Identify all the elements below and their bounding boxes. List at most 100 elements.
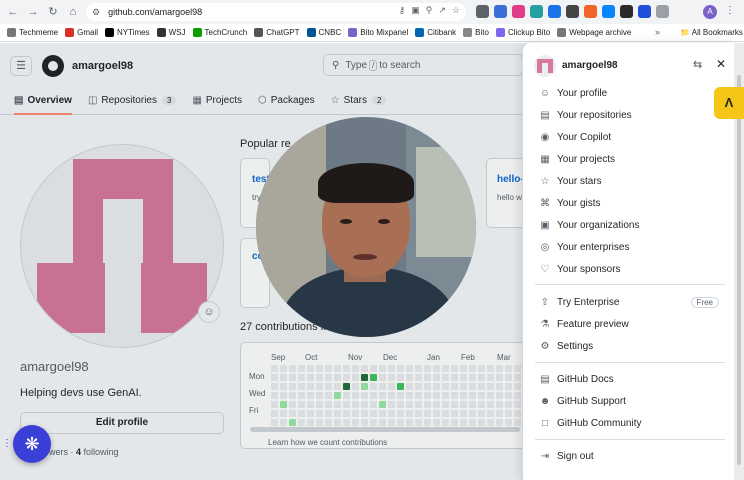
contribution-cell[interactable] xyxy=(388,365,395,372)
contribution-cell[interactable] xyxy=(433,410,440,417)
bookmark[interactable]: Gmail xyxy=(65,28,98,37)
bookmark[interactable]: Webpage archive xyxy=(557,28,631,37)
contribution-cell[interactable] xyxy=(361,401,368,408)
contribution-cell[interactable] xyxy=(496,410,503,417)
bookmark[interactable]: Techmeme xyxy=(7,28,58,37)
contribution-cell[interactable] xyxy=(334,392,341,399)
assistant-fab-icon[interactable]: ❋ xyxy=(13,425,51,463)
contribution-cell[interactable] xyxy=(352,410,359,417)
bookmark[interactable]: NYTimes xyxy=(105,28,150,37)
contribution-cell[interactable] xyxy=(289,365,296,372)
contribution-cell[interactable] xyxy=(514,365,521,372)
contribution-cell[interactable] xyxy=(361,419,368,426)
contribution-cell[interactable] xyxy=(433,365,440,372)
extension-icon[interactable] xyxy=(530,5,543,18)
share-icon[interactable]: ↗ xyxy=(438,5,446,16)
contribution-cell[interactable] xyxy=(307,419,314,426)
contribution-cell[interactable] xyxy=(352,383,359,390)
contribution-cell[interactable] xyxy=(460,392,467,399)
contribution-cell[interactable] xyxy=(298,374,305,381)
menu-item-github-support[interactable]: ☻ GitHub Support xyxy=(539,392,719,410)
contribution-cell[interactable] xyxy=(325,383,332,390)
contribution-cell[interactable] xyxy=(469,392,476,399)
contribution-cell[interactable] xyxy=(460,365,467,372)
hamburger-menu-icon[interactable]: ☰ xyxy=(10,56,32,76)
extension-icon[interactable] xyxy=(584,5,597,18)
contribution-cell[interactable] xyxy=(442,374,449,381)
contribution-cell[interactable] xyxy=(307,401,314,408)
contribution-cell[interactable] xyxy=(478,365,485,372)
contribution-cell[interactable] xyxy=(370,365,377,372)
close-icon[interactable]: ✕ xyxy=(716,57,726,71)
extension-icon[interactable] xyxy=(638,5,651,18)
contribution-cell[interactable] xyxy=(280,410,287,417)
contribution-cell[interactable] xyxy=(325,392,332,399)
contribution-cell[interactable] xyxy=(496,374,503,381)
contribution-cell[interactable] xyxy=(424,365,431,372)
menu-item-try-enterprise[interactable]: ⇧ Try Enterprise Free xyxy=(539,293,719,311)
contribution-cell[interactable] xyxy=(379,365,386,372)
contribution-cell[interactable] xyxy=(379,374,386,381)
header-username[interactable]: amargoel98 xyxy=(72,60,133,72)
extension-sidebar-tab-icon[interactable]: Λ xyxy=(714,87,744,119)
contribution-cell[interactable] xyxy=(487,365,494,372)
contribution-cell[interactable] xyxy=(424,392,431,399)
contribution-cell[interactable] xyxy=(388,383,395,390)
contribution-cell[interactable] xyxy=(469,410,476,417)
extension-icon[interactable] xyxy=(476,5,489,18)
contribution-cell[interactable] xyxy=(397,419,404,426)
contribution-cell[interactable] xyxy=(307,383,314,390)
contribution-cell[interactable] xyxy=(280,392,287,399)
contribution-cell[interactable] xyxy=(289,383,296,390)
contribution-cell[interactable] xyxy=(316,401,323,408)
contribution-cell[interactable] xyxy=(379,410,386,417)
contribution-cell[interactable] xyxy=(397,365,404,372)
contribution-cell[interactable] xyxy=(307,365,314,372)
contribution-cell[interactable] xyxy=(496,383,503,390)
contribution-cell[interactable] xyxy=(352,401,359,408)
contribution-cell[interactable] xyxy=(370,401,377,408)
contribution-cell[interactable] xyxy=(343,374,350,381)
repo-link[interactable]: hello- xyxy=(497,174,524,185)
tab-packages[interactable]: ⬡ Packages xyxy=(258,89,315,111)
contribution-cell[interactable] xyxy=(415,419,422,426)
star-bookmark-icon[interactable]: ☆ xyxy=(452,5,460,16)
contribution-cell[interactable] xyxy=(505,392,512,399)
contribution-cell[interactable] xyxy=(415,383,422,390)
more-bookmarks-icon[interactable]: » xyxy=(655,27,660,37)
contribution-cell[interactable] xyxy=(370,392,377,399)
extension-icon[interactable] xyxy=(548,5,561,18)
contribution-cell[interactable] xyxy=(334,383,341,390)
bookmark[interactable]: Bito Mixpanel xyxy=(348,28,408,37)
contribution-cell[interactable] xyxy=(469,401,476,408)
contribution-cell[interactable] xyxy=(298,410,305,417)
contribution-cell[interactable] xyxy=(433,419,440,426)
contribution-cell[interactable] xyxy=(388,392,395,399)
contribution-cell[interactable] xyxy=(496,401,503,408)
contribution-cell[interactable] xyxy=(487,410,494,417)
contribution-cell[interactable] xyxy=(460,410,467,417)
contribution-cell[interactable] xyxy=(478,392,485,399)
follow-stats[interactable]: llowers · 4 following xyxy=(40,447,119,457)
menu-item-your-enterprises[interactable]: ◎ Your enterprises xyxy=(539,238,719,256)
contribution-cell[interactable] xyxy=(388,419,395,426)
contribution-cell[interactable] xyxy=(505,410,512,417)
contribution-cell[interactable] xyxy=(478,410,485,417)
contribution-cell[interactable] xyxy=(433,383,440,390)
contribution-cell[interactable] xyxy=(325,374,332,381)
contribution-cell[interactable] xyxy=(271,410,278,417)
browser-menu-icon[interactable]: ⋮ xyxy=(725,5,735,16)
contribution-cell[interactable] xyxy=(460,374,467,381)
contribution-cell[interactable] xyxy=(478,401,485,408)
contribution-cell[interactable] xyxy=(415,374,422,381)
contribution-cell[interactable] xyxy=(361,410,368,417)
contribution-cell[interactable] xyxy=(451,392,458,399)
contribution-cell[interactable] xyxy=(298,401,305,408)
contribution-cell[interactable] xyxy=(271,374,278,381)
key-icon[interactable]: ⚷ xyxy=(399,5,406,16)
tab-stars[interactable]: ☆ Stars 2 xyxy=(331,89,387,111)
contribution-cell[interactable] xyxy=(352,374,359,381)
contribution-cell[interactable] xyxy=(424,419,431,426)
contribution-cell[interactable] xyxy=(469,374,476,381)
contribution-cell[interactable] xyxy=(433,374,440,381)
